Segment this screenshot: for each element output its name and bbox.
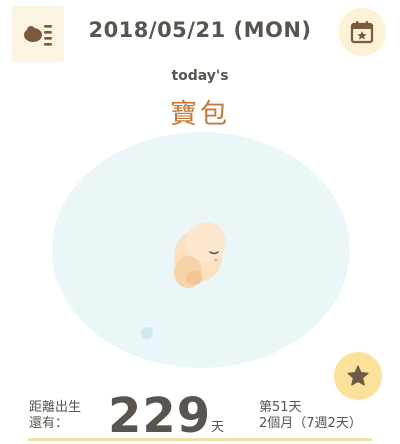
- countdown-label-line2: 還有：: [29, 416, 69, 431]
- pregnancy-age: 2個月（7週2天）: [259, 416, 362, 431]
- days-remaining: 229: [108, 388, 212, 444]
- today-subtitle: today's: [171, 68, 229, 84]
- bubble-dot: [141, 327, 153, 339]
- divider: [28, 438, 372, 441]
- days-unit: 天: [211, 420, 225, 435]
- countdown-label: 距離出生 還有：: [29, 400, 81, 432]
- favorite-button[interactable]: [334, 352, 382, 400]
- pregnancy-progress: 第51天 2個月（7週2天）: [259, 400, 362, 432]
- fetus-illustration: [174, 222, 226, 288]
- star-icon: [347, 365, 369, 386]
- day-count: 第51天: [259, 400, 302, 415]
- calendar-button[interactable]: [338, 8, 386, 56]
- countdown-label-line1: 距離出生: [29, 400, 82, 415]
- calendar-star-icon: [350, 21, 374, 44]
- baby-name: 寶包: [170, 99, 230, 130]
